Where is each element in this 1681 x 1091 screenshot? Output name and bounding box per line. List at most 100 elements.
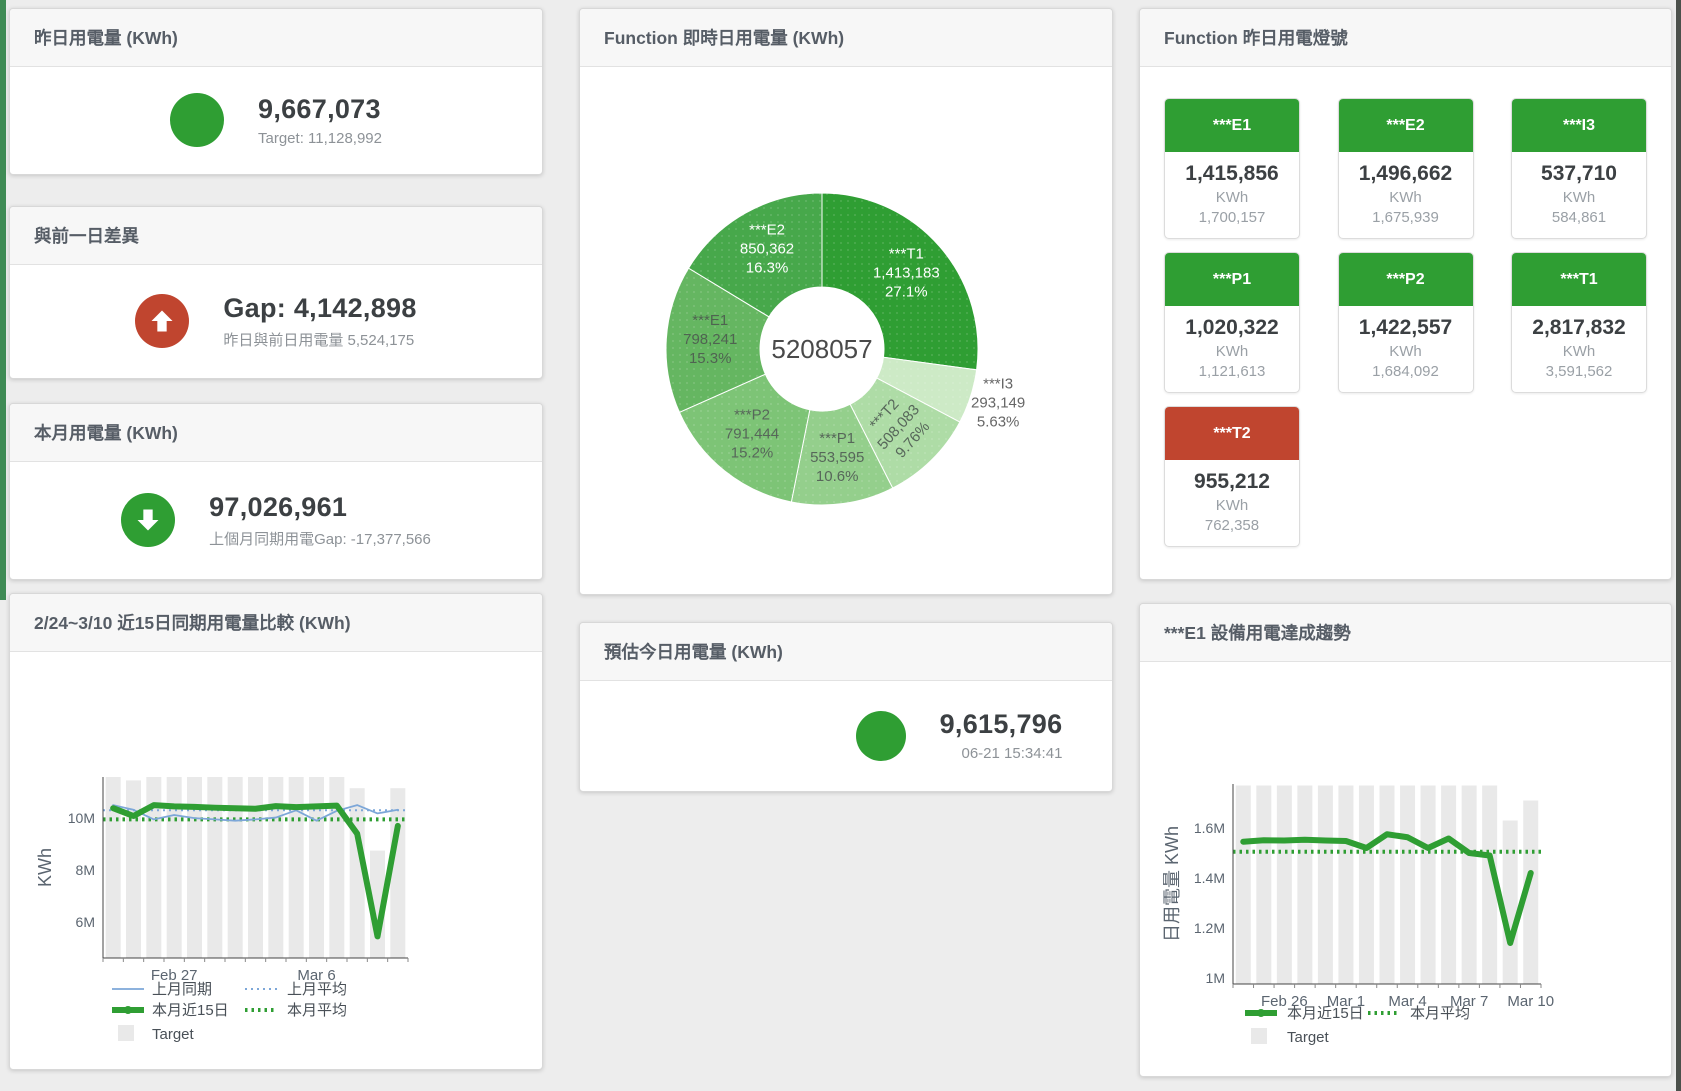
legend-item[interactable]: 本月近15日 (112, 1002, 229, 1019)
target-bar (1503, 821, 1518, 985)
panel-title-text: 與前一日差異 (34, 223, 139, 248)
target-bar (1380, 786, 1395, 985)
legend-item[interactable]: Target (1251, 1028, 1330, 1046)
sidebar-edge (0, 0, 6, 600)
svg-text:Target: Target (1287, 1029, 1330, 1046)
target-bar (1256, 786, 1271, 985)
stat-row: 9,667,073 Target: 11,128,992 (170, 93, 382, 147)
tile-value: 955,212 (1169, 470, 1295, 494)
legend-item[interactable]: 本月平均 (245, 1002, 347, 1019)
svg-text:上月平均: 上月平均 (287, 981, 347, 998)
target-bar (106, 777, 121, 958)
svg-text:850,362: 850,362 (740, 240, 794, 257)
tile-value: 537,710 (1516, 162, 1642, 186)
tile-target: 1,700,157 (1169, 209, 1295, 226)
status-tile: ***P11,020,322KWh1,121,613 (1164, 252, 1300, 393)
panel-realtime-donut: Function 即時日用電量 (KWh) ***T11,413,18327.1… (579, 8, 1113, 595)
target-bar (1400, 786, 1415, 985)
target-bar (1441, 786, 1456, 985)
target-bar (207, 777, 222, 958)
tile-header: ***T1 (1512, 253, 1646, 306)
y-tick-label: 1.6M (1194, 820, 1225, 836)
target-bar (1462, 786, 1477, 985)
panel-title-text: 昨日用電量 (KWh) (34, 25, 178, 50)
panel-title: ***E1 設備用電達成趨勢 (1140, 604, 1671, 662)
svg-text:553,595: 553,595 (810, 449, 864, 466)
svg-text:1,413,183: 1,413,183 (873, 264, 940, 281)
tile-target: 3,591,562 (1516, 363, 1642, 380)
panel-status-lights: Function 昨日用電燈號 ***E11,415,856KWh1,700,1… (1139, 8, 1672, 580)
target-bar (390, 788, 405, 958)
donut-center-label: 5208057 (771, 334, 872, 364)
y-tick-label: 1.2M (1194, 920, 1225, 936)
red-up-arrow-icon (135, 294, 189, 348)
panel-title: 本月用電量 (KWh) (10, 404, 542, 462)
stat-value: 9,615,796 (940, 709, 1063, 740)
legend-item[interactable]: Target (118, 1025, 195, 1043)
stat-timestamp: 06-21 15:34:41 (940, 745, 1063, 762)
y-axis-label: 日用電量 KWh (1162, 826, 1182, 942)
y-tick-label: 1.4M (1194, 870, 1225, 886)
tile-target: 1,121,613 (1169, 363, 1295, 380)
target-bar (1421, 786, 1436, 985)
legend-item[interactable]: 上月平均 (245, 981, 347, 998)
svg-text:15.2%: 15.2% (731, 444, 774, 461)
svg-text:Target: Target (152, 1026, 195, 1043)
svg-text:293,149: 293,149 (971, 395, 1025, 412)
target-bar (228, 777, 243, 958)
svg-text:上月同期: 上月同期 (152, 981, 212, 998)
lights-grid: ***E11,415,856KWh1,700,157***E21,496,662… (1140, 66, 1671, 579)
svg-text:798,241: 798,241 (683, 331, 737, 348)
status-tile: ***E21,496,662KWh1,675,939 (1338, 98, 1474, 239)
tile-unit: KWh (1169, 343, 1295, 360)
stat-subtitle: 上個月同期用電Gap: -17,377,566 (209, 528, 431, 549)
target-bar (1297, 786, 1312, 985)
legend-item[interactable]: 本月平均 (1368, 1005, 1470, 1022)
panel-title-text: ***E1 設備用電達成趨勢 (1164, 620, 1351, 645)
y-tick-label: 8M (76, 862, 95, 878)
tile-value: 1,020,322 (1169, 316, 1295, 340)
status-tile: ***P21,422,557KWh1,684,092 (1338, 252, 1474, 393)
svg-text:本月近15日: 本月近15日 (1287, 1005, 1364, 1022)
svg-text:***P1: ***P1 (819, 430, 855, 447)
legend-item[interactable]: 上月同期 (112, 981, 212, 998)
panel-estimate-today: 預估今日用電量 (KWh) 9,615,796 06-21 15:34:41 (579, 622, 1113, 792)
svg-text:本月平均: 本月平均 (1410, 1005, 1470, 1022)
stat-value: 9,667,073 (258, 94, 382, 125)
tile-unit: KWh (1343, 343, 1469, 360)
panel-title-text: Function 昨日用電燈號 (1164, 25, 1348, 50)
panel-title-text: 2/24~3/10 近15日同期用電量比較 (KWh) (34, 610, 351, 635)
stat-subtitle: Target: 11,128,992 (258, 130, 382, 147)
green-status-circle-icon (170, 93, 224, 147)
y-axis-label: KWh (35, 848, 55, 887)
slice-label: ***I3293,1495.63% (971, 376, 1025, 431)
dashboard: 昨日用電量 (KWh) 9,667,073 Target: 11,128,992… (0, 0, 1681, 1091)
target-bar (1277, 786, 1292, 985)
panel-yesterday-usage: 昨日用電量 (KWh) 9,667,073 Target: 11,128,992 (9, 8, 543, 175)
tile-value: 1,422,557 (1343, 316, 1469, 340)
svg-text:***E2: ***E2 (749, 221, 785, 238)
stat-value: 97,026,961 (209, 492, 431, 523)
svg-text:***E1: ***E1 (692, 312, 728, 329)
tile-target: 1,675,939 (1343, 209, 1469, 226)
green-status-circle-icon (856, 711, 906, 761)
target-bar (1359, 786, 1374, 985)
svg-text:本月近15日: 本月近15日 (152, 1002, 229, 1019)
target-bar (126, 780, 141, 958)
tile-unit: KWh (1343, 189, 1469, 206)
status-tile: ***T12,817,832KWh3,591,562 (1511, 252, 1647, 393)
scrollbar[interactable] (1676, 0, 1681, 1091)
svg-text:5.63%: 5.63% (977, 414, 1020, 431)
panel-title: 昨日用電量 (KWh) (10, 9, 542, 67)
svg-text:16.3%: 16.3% (746, 259, 789, 276)
stat-subtitle: 昨日與前日用電量 5,524,175 (223, 329, 416, 350)
target-bar (1338, 786, 1353, 985)
panel-gap-previous-day: 與前一日差異 Gap: 4,142,898 昨日與前日用電量 5,524,175 (9, 206, 543, 379)
panel-title-text: 本月用電量 (KWh) (34, 420, 178, 445)
tile-value: 1,496,662 (1343, 162, 1469, 186)
svg-text:15.3%: 15.3% (689, 350, 732, 367)
panel-title-text: Function 即時日用電量 (KWh) (604, 25, 844, 50)
y-tick-label: 10M (68, 810, 95, 826)
panel-month-usage: 本月用電量 (KWh) 97,026,961 上個月同期用電Gap: -17,3… (9, 403, 543, 580)
svg-text:***T1: ***T1 (889, 245, 924, 262)
